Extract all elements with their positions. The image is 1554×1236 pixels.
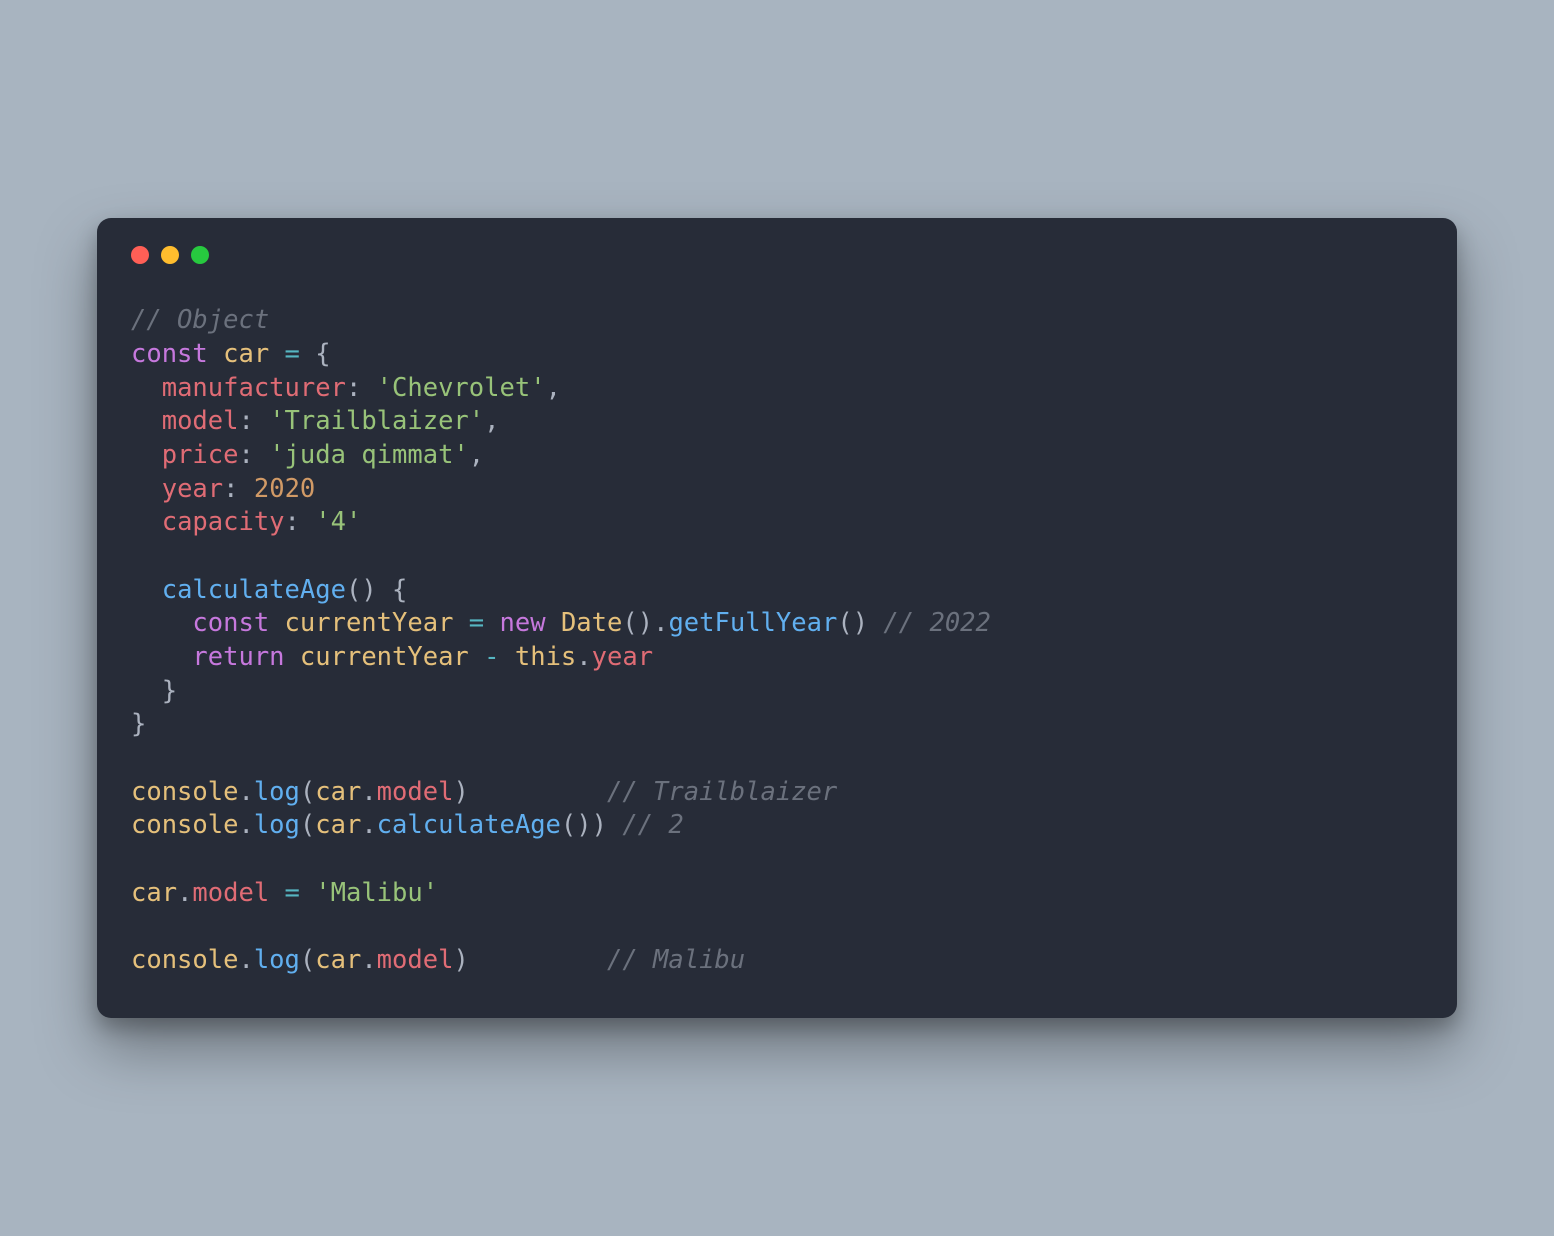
- code-punct: .: [177, 878, 192, 908]
- code-property: year: [162, 474, 223, 504]
- code-punct: .: [653, 608, 668, 638]
- code-punct: .: [361, 810, 376, 840]
- code-property: model: [192, 878, 269, 908]
- code-class: Date: [561, 608, 622, 638]
- code-punct: ): [361, 575, 376, 605]
- code-punct: .: [238, 945, 253, 975]
- code-comment: // 2022: [883, 608, 990, 638]
- code-string: 'Malibu': [315, 878, 438, 908]
- code-function: calculateAge: [377, 810, 561, 840]
- code-punct: (: [300, 945, 315, 975]
- code-punct: ): [576, 810, 591, 840]
- code-function: log: [254, 810, 300, 840]
- code-object: console: [131, 810, 238, 840]
- code-equals: =: [285, 339, 300, 369]
- code-function: getFullYear: [668, 608, 837, 638]
- code-brace: {: [315, 339, 330, 369]
- code-brace: {: [392, 575, 407, 605]
- code-string: 'Chevrolet': [377, 373, 546, 403]
- code-punct: .: [576, 642, 591, 672]
- code-comment: // Trailblaizer: [607, 777, 837, 807]
- code-punct: ): [638, 608, 653, 638]
- code-punct: ): [453, 777, 468, 807]
- maximize-icon[interactable]: [191, 246, 209, 264]
- code-punct: (: [300, 777, 315, 807]
- code-punct: :: [346, 373, 361, 403]
- code-function: log: [254, 945, 300, 975]
- close-icon[interactable]: [131, 246, 149, 264]
- code-string: '4': [315, 507, 361, 537]
- code-equals: =: [469, 608, 484, 638]
- code-number: 2020: [254, 474, 315, 504]
- code-string: 'juda qimmat': [269, 440, 469, 470]
- code-brace: }: [162, 676, 177, 706]
- traffic-lights: [131, 246, 1423, 264]
- code-punct: ,: [469, 440, 484, 470]
- code-this: this: [515, 642, 576, 672]
- code-variable: car: [315, 810, 361, 840]
- code-keyword: const: [192, 608, 269, 638]
- code-string: 'Trailblaizer': [269, 406, 484, 436]
- code-punct: .: [361, 777, 376, 807]
- code-punct: (: [346, 575, 361, 605]
- code-punct: (: [561, 810, 576, 840]
- code-property: price: [162, 440, 239, 470]
- code-punct: (: [837, 608, 852, 638]
- code-property: model: [377, 777, 454, 807]
- code-property: model: [162, 406, 239, 436]
- code-comment: // Object: [131, 305, 269, 335]
- code-property: year: [592, 642, 653, 672]
- code-variable: car: [315, 777, 361, 807]
- code-keyword: const: [131, 339, 208, 369]
- code-variable: car: [131, 878, 177, 908]
- code-comment: // 2: [622, 810, 683, 840]
- code-object: console: [131, 777, 238, 807]
- code-keyword: new: [500, 608, 546, 638]
- code-keyword: return: [192, 642, 284, 672]
- code-punct: .: [238, 810, 253, 840]
- code-operator: -: [484, 642, 499, 672]
- code-brace: }: [131, 709, 146, 739]
- code-punct: ): [453, 945, 468, 975]
- code-variable: currentYear: [285, 608, 454, 638]
- code-variable: currentYear: [300, 642, 469, 672]
- code-punct: (: [622, 608, 637, 638]
- code-punct: ,: [484, 406, 499, 436]
- code-punct: :: [223, 474, 238, 504]
- minimize-icon[interactable]: [161, 246, 179, 264]
- code-punct: .: [238, 777, 253, 807]
- code-variable: car: [315, 945, 361, 975]
- code-punct: ,: [546, 373, 561, 403]
- code-punct: :: [285, 507, 300, 537]
- code-punct: ): [853, 608, 868, 638]
- code-punct: ): [592, 810, 607, 840]
- code-variable: car: [223, 339, 269, 369]
- code-property: manufacturer: [162, 373, 346, 403]
- code-punct: .: [361, 945, 376, 975]
- code-equals: =: [285, 878, 300, 908]
- code-block: // Object const car = { manufacturer: 'C…: [131, 304, 1423, 977]
- code-object: console: [131, 945, 238, 975]
- code-function: calculateAge: [162, 575, 346, 605]
- code-punct: :: [238, 440, 253, 470]
- code-comment: // Malibu: [607, 945, 745, 975]
- code-property: capacity: [162, 507, 285, 537]
- code-punct: (: [300, 810, 315, 840]
- code-property: model: [377, 945, 454, 975]
- code-window: // Object const car = { manufacturer: 'C…: [97, 218, 1457, 1017]
- code-punct: :: [238, 406, 253, 436]
- code-function: log: [254, 777, 300, 807]
